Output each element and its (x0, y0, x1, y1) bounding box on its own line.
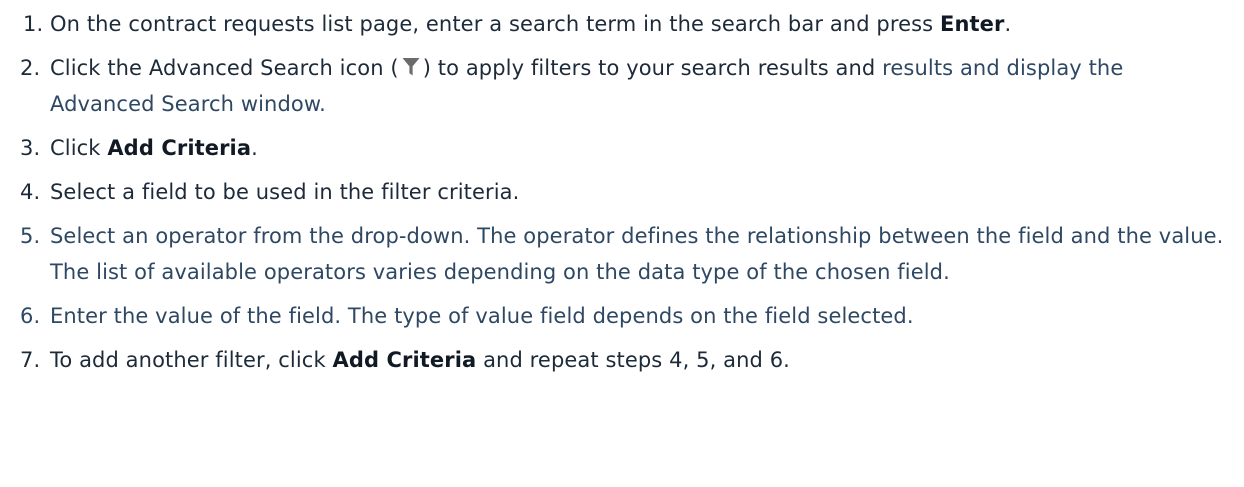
step-text-end: . (251, 136, 258, 160)
filter-funnel-icon (402, 57, 420, 77)
step-text: Select a field to be used in the filter … (50, 180, 520, 204)
step-number: 1. (23, 12, 44, 36)
step-2: 2. Click the Advanced Search icon ( ) to … (20, 50, 1230, 122)
step-text-end: . (1004, 12, 1012, 36)
enter-key-label: Enter (940, 12, 1005, 36)
instruction-steps: 1. On the contract requests list page, e… (20, 6, 1230, 386)
step-text: Click the Advanced Search icon ( (50, 56, 399, 80)
step-number: 7. (20, 348, 41, 372)
add-criteria-label: Add Criteria (332, 348, 477, 372)
add-criteria-label: Add Criteria (107, 136, 252, 160)
step-number: 2. (20, 56, 41, 80)
step-text: On the contract requests list page, ente… (50, 12, 940, 36)
step-number: 4. (20, 180, 41, 204)
step-number: 6. (20, 304, 41, 328)
step-text: Select an operator from the drop-down. T… (50, 224, 1224, 284)
step-number: 5. (20, 224, 41, 248)
step-5: 5. Select an operator from the drop-down… (20, 218, 1230, 290)
step-text: Enter the value of the field. The type o… (50, 304, 914, 328)
step-number: 3. (20, 136, 41, 160)
step-7: 7. To add another filter, click Add Crit… (20, 342, 1230, 378)
step-text-middle: ) to apply filters to your search result… (422, 56, 883, 80)
step-text-end: and repeat steps 4, 5, and 6. (476, 348, 790, 372)
step-text: Click (50, 136, 108, 160)
step-6: 6. Enter the value of the field. The typ… (20, 298, 1230, 334)
step-4: 4. Select a field to be used in the filt… (20, 174, 1230, 210)
step-text: To add another filter, click (50, 348, 333, 372)
step-1: 1. On the contract requests list page, e… (20, 6, 1230, 42)
step-3: 3. Click Add Criteria. (20, 130, 1230, 166)
